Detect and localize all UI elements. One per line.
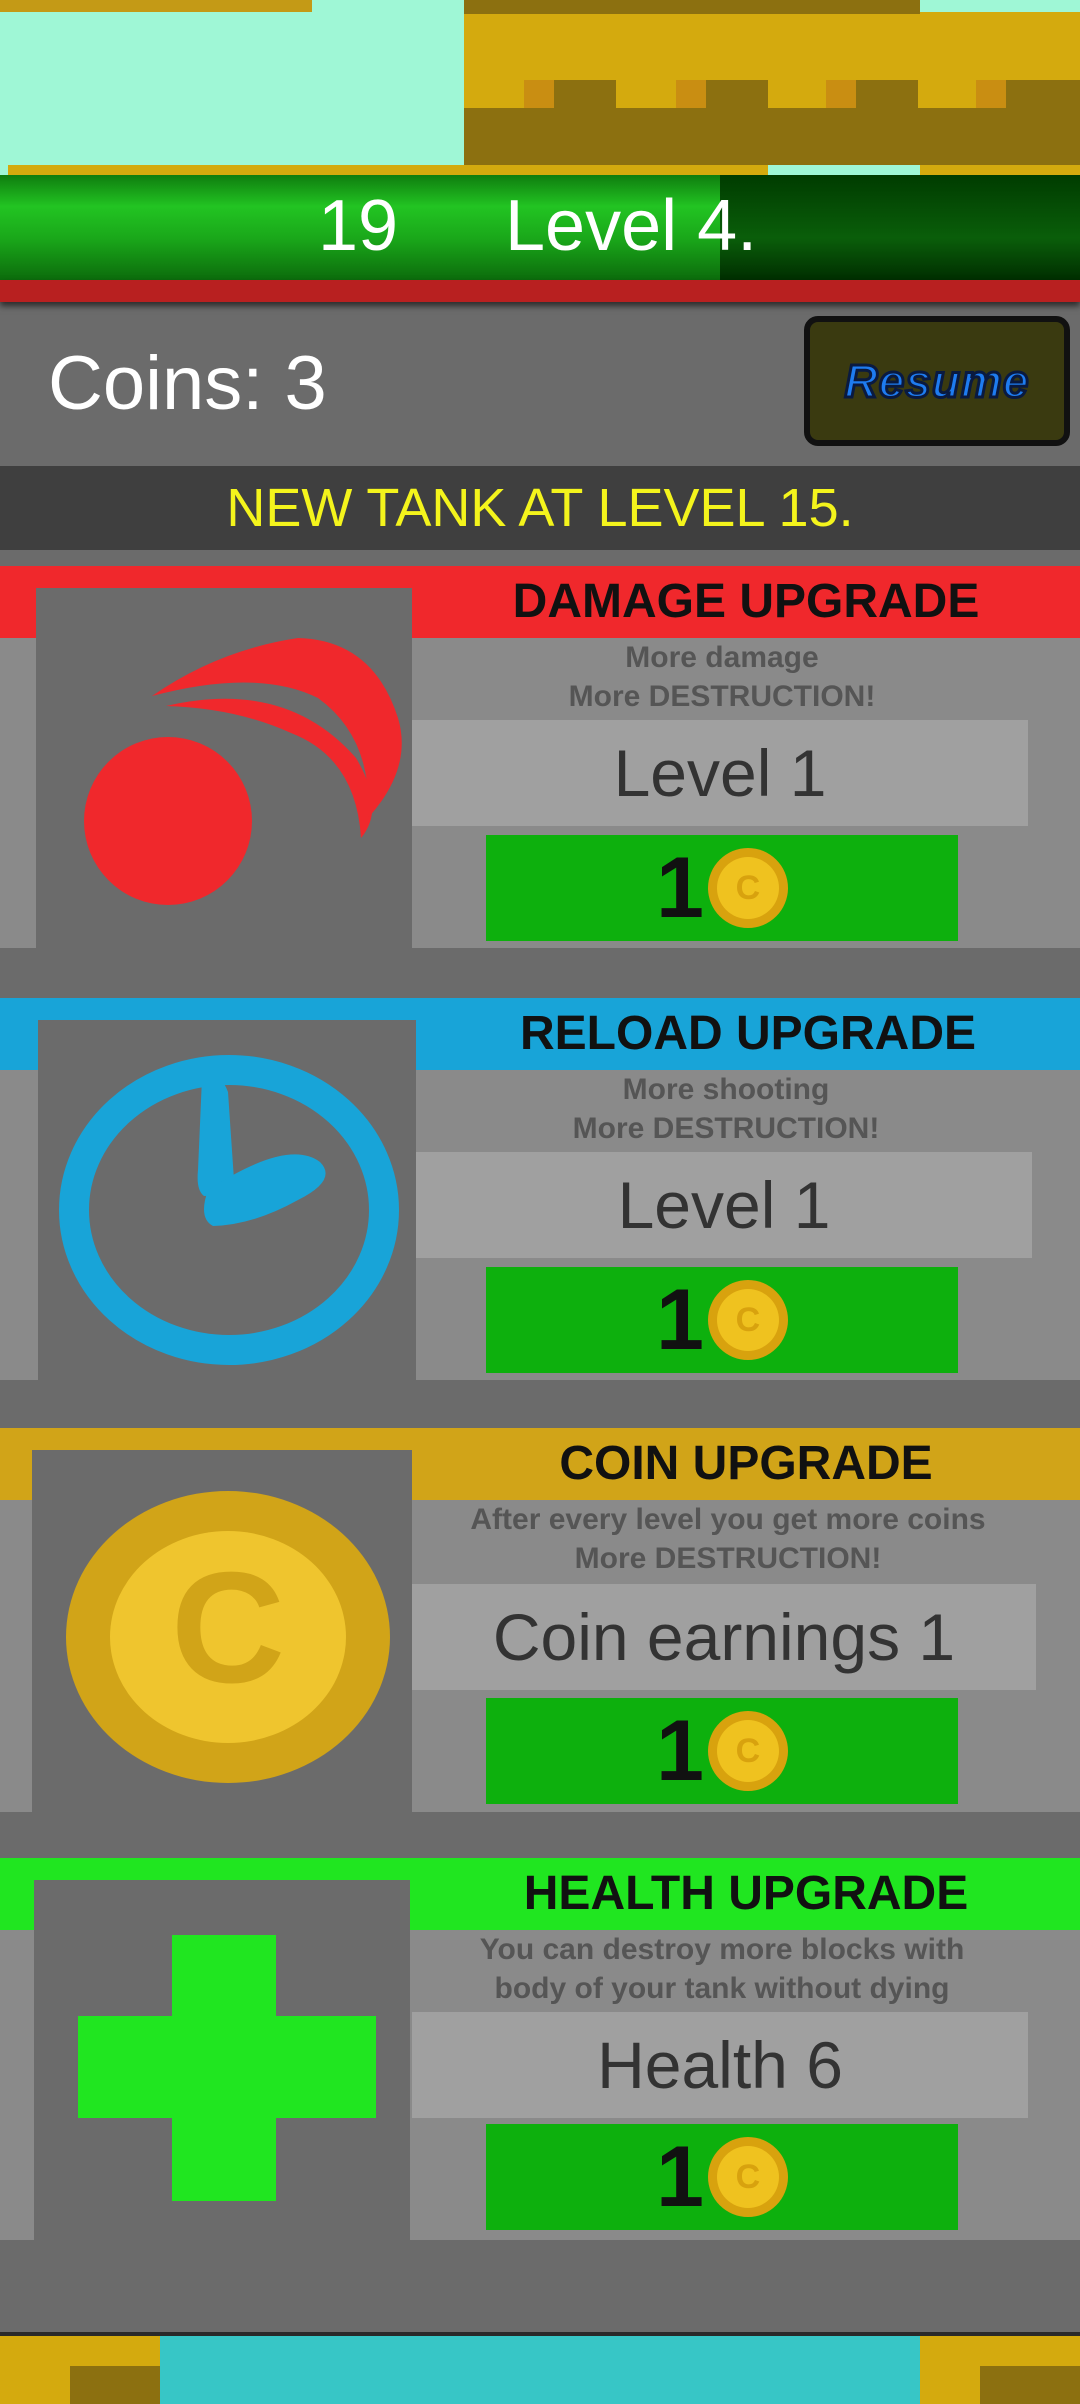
block <box>1006 80 1080 108</box>
coin-price: 1 <box>656 1702 704 1799</box>
coin-glyph: C <box>716 1289 779 1351</box>
new-tank-banner: NEW TANK AT LEVEL 15. <box>0 466 1080 550</box>
health-upgrade-desc-line2: body of your tank without dying <box>494 1972 950 2005</box>
block <box>976 80 1006 108</box>
coin-icon-box: C <box>32 1450 412 1812</box>
coins-counter: Coins: 3 <box>48 341 327 426</box>
coin-icon: C <box>707 1280 788 1360</box>
block <box>920 165 1080 175</box>
resume-button-label: Resume <box>843 354 1030 409</box>
health-price: 1 <box>656 2128 704 2225</box>
block <box>464 108 1080 165</box>
health-bar <box>0 280 1080 302</box>
damage-level: Level 1 <box>412 720 1028 826</box>
health-level-text: Health 6 <box>597 2028 843 2102</box>
block <box>464 165 768 175</box>
block <box>8 165 468 175</box>
block <box>464 0 920 14</box>
coin-upgrade-title: COIN UPGRADE <box>559 1437 933 1490</box>
coin-level: Coin earnings 1 <box>412 1584 1036 1690</box>
damage-price: 1 <box>656 839 704 936</box>
reload-price: 1 <box>656 1271 704 1368</box>
block <box>826 80 856 108</box>
game-scene-bottom <box>0 2332 1080 2404</box>
coin-glyph: C <box>716 1720 779 1782</box>
damage-icon <box>84 638 402 905</box>
new-tank-banner-text: NEW TANK AT LEVEL 15. <box>226 478 854 538</box>
coin-glyph: C <box>171 1540 285 1716</box>
coin-glyph: C <box>716 857 779 919</box>
health-level: Health 6 <box>412 2012 1028 2118</box>
health-icon-box <box>34 1880 410 2240</box>
health-upgrade-desc-line1: You can destroy more blocks with <box>479 1933 965 1966</box>
damage-buy-button[interactable]: 1 C <box>486 835 958 941</box>
damage-upgrade-desc-line1: More damage <box>625 641 819 674</box>
damage-upgrade-title: DAMAGE UPGRADE <box>512 575 980 628</box>
score-text: 19 <box>318 186 399 266</box>
reload-upgrade-title: RELOAD UPGRADE <box>519 1007 977 1060</box>
damage-icon-box <box>36 588 412 948</box>
coin-upgrade-desc-line1: After every level you get more coins <box>470 1503 986 1536</box>
reload-icon-box <box>38 1020 416 1380</box>
coin-upgrade-desc-line2: More DESTRUCTION! <box>574 1542 882 1575</box>
coin-icon: C <box>707 848 788 928</box>
health-upgrade-title: HEALTH UPGRADE <box>523 1867 969 1920</box>
coin-buy-button[interactable]: 1 C <box>486 1698 958 1804</box>
damage-upgrade-desc-line2: More DESTRUCTION! <box>568 680 876 713</box>
reload-upgrade-desc-line2: More DESTRUCTION! <box>572 1112 880 1145</box>
plus-icon <box>78 1935 376 2201</box>
block <box>856 80 918 108</box>
coin-icon: C <box>66 1491 390 1783</box>
coin-icon: C <box>707 1711 788 1791</box>
coin-icon: C <box>707 2137 788 2217</box>
block <box>0 0 312 12</box>
resume-button[interactable]: Resume <box>804 316 1070 446</box>
level-text: Level 4. <box>505 186 758 266</box>
progress-bar-remaining <box>720 175 1080 280</box>
block <box>706 80 768 108</box>
game-scene-top <box>0 0 1080 175</box>
reload-upgrade-desc-line1: More shooting <box>622 1073 830 1106</box>
coin-level-text: Coin earnings 1 <box>492 1600 956 1674</box>
block <box>70 2366 160 2404</box>
health-buy-button[interactable]: 1 C <box>486 2124 958 2230</box>
block <box>524 80 554 108</box>
reload-level: Level 1 <box>416 1152 1032 1258</box>
reload-buy-button[interactable]: 1 C <box>486 1267 958 1373</box>
clock-icon <box>59 1055 399 1365</box>
block <box>980 2366 1080 2404</box>
coin-glyph: C <box>716 2146 779 2208</box>
reload-level-text: Level 1 <box>617 1168 831 1242</box>
damage-level-text: Level 1 <box>613 736 827 810</box>
block <box>676 80 706 108</box>
block <box>554 80 616 108</box>
